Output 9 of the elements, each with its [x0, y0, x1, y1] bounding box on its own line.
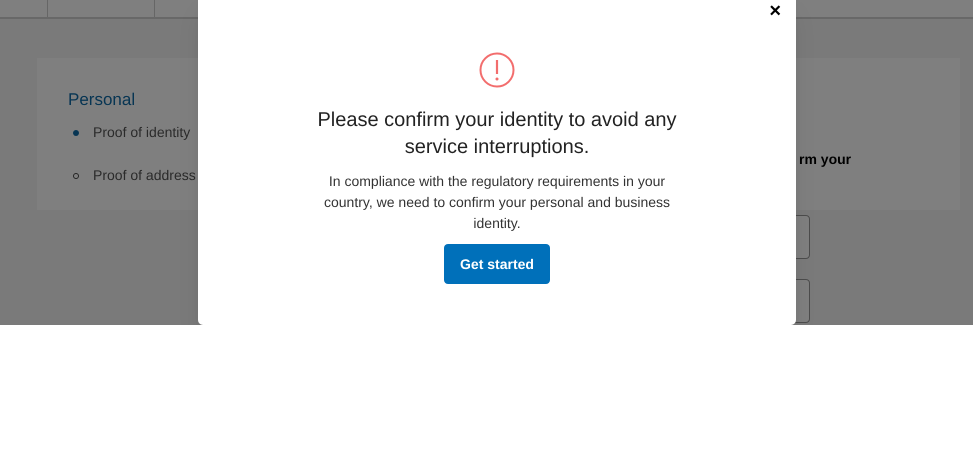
step-label: Proof of address [93, 166, 196, 185]
modal-message: In compliance with the regulatory requirements in your country, we need to confirm your personal and business identity. [322, 172, 672, 233]
get-started-button[interactable]: Get started [444, 244, 550, 284]
alert-icon [479, 52, 515, 88]
close-button[interactable]: × [769, 1, 781, 21]
step-label: Proof of identity [93, 123, 190, 142]
modal-title: Please confirm your identity to avoid any service interruptions. [316, 108, 678, 160]
section-title: Personal [68, 91, 136, 108]
heading-text: rm your [799, 150, 852, 169]
